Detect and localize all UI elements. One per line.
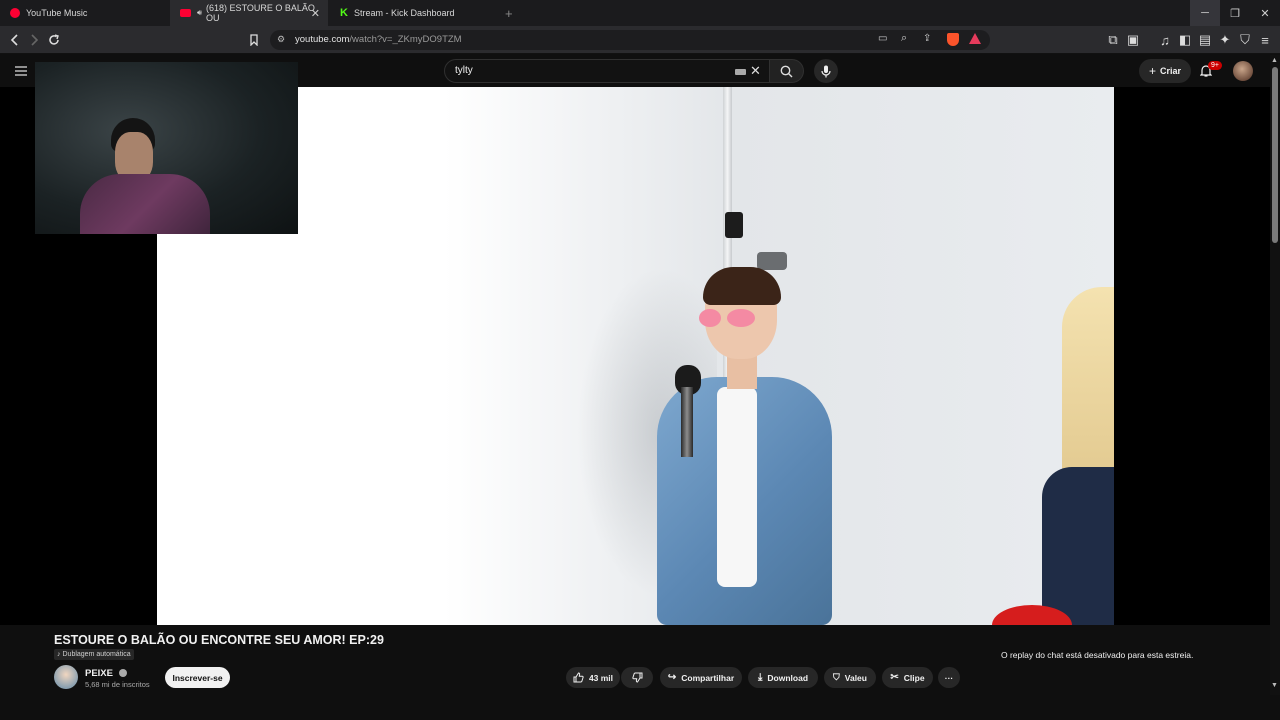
thumbs-up-icon [573,672,584,683]
second-person-hair [1062,287,1114,487]
bookmark-icon[interactable] [246,32,262,48]
hamburger-menu-icon[interactable] [14,64,28,76]
kick-icon: K [340,7,348,19]
address-bar: ⚙︎ youtube.com/watch?v=_ZKmyDO9TZM ▭ ⌕ ⇪… [0,26,1280,54]
like-count: 43 mil [588,672,614,683]
url-text: youtube.com/watch?v=_ZKmyDO9TZM [295,34,462,45]
second-person-jacket [1042,467,1114,625]
url-field[interactable]: ⚙︎ youtube.com/watch?v=_ZKmyDO9TZM ▭ ⌕ ⇪ [270,30,990,50]
cast-icon[interactable]: ▭ [878,33,887,44]
restore-icon[interactable]: ❐ [1220,0,1250,26]
reload-icon[interactable] [46,32,62,48]
person-shirt [717,387,757,587]
clip-label: Clipe [903,672,925,683]
tab-title: YouTube Music [26,8,88,18]
video-frame[interactable] [157,87,1114,625]
brave-rewards-icon[interactable] [969,33,981,44]
subscribe-button[interactable]: Inscrever-se [165,667,230,688]
dislike-button[interactable] [621,667,653,688]
scroll-up-arrow[interactable]: ▲ [1271,57,1278,64]
translate-icon: ♪ [57,651,61,658]
super-thanks-icon: ⛉ [833,672,840,682]
video-title: ESTOURE O BALÃO OU ENCONTRE SEU AMOR! EP… [54,633,384,647]
create-button[interactable]: + Criar [1139,59,1191,83]
share-button[interactable]: ↪ Compartilhar [660,667,742,688]
brave-shield-icon[interactable] [947,33,959,46]
more-actions-button[interactable]: ··· [938,667,960,688]
video-info: ESTOURE O BALÃO OU ENCONTRE SEU AMOR! EP… [0,625,1270,720]
plus-icon: + [1148,64,1156,78]
search-icon [780,65,793,77]
dub-badge: ♪ Dublagem automática [54,649,134,660]
forward-icon[interactable] [26,32,42,48]
search-query: tylty [455,65,473,76]
dub-badge-label: Dublagem automática [62,651,131,658]
youtube-music-icon [10,8,20,18]
tab-youtube-video[interactable]: 🔊︎ (618) ESTOURE O BALÃO OU ✕ [170,0,328,26]
back-icon[interactable] [7,32,23,48]
minimize-icon[interactable]: ─ [1190,0,1220,26]
person-hair [703,267,781,305]
light-stand-mount [757,252,787,270]
keyboard-icon[interactable] [735,69,746,75]
scroll-down-arrow[interactable]: ▼ [1271,682,1278,689]
share-icon[interactable]: ⇪ [923,33,931,44]
notification-badge: 9+ [1208,61,1222,70]
menu-icon[interactable]: ≡ [1257,32,1273,48]
account-avatar[interactable] [1233,61,1253,81]
wallet-icon[interactable]: ▣ [1125,32,1141,48]
download-button[interactable]: ⤓ Download [748,667,818,688]
tab-title: Stream - Kick Dashboard [353,8,455,18]
close-icon[interactable]: ✕ [1250,0,1280,26]
webcam-person-hoodie [80,174,210,234]
page-scrollbar[interactable]: ▲ ▼ [1270,55,1280,695]
light-stand-clamp [725,212,743,238]
tab-youtube-music[interactable]: YouTube Music [0,0,170,26]
browser-tab-bar: YouTube Music 🔊︎ (618) ESTOURE O BALÃO O… [0,0,1280,26]
thanks-button[interactable]: ⛉ Valeu [824,667,876,688]
clear-search-icon[interactable]: ✕ [750,63,761,79]
share-label: Compartilhar [681,672,735,683]
like-button[interactable]: 43 mil [566,667,620,688]
download-label: Download [767,672,809,683]
sidebar-icon[interactable]: ◧ [1177,32,1193,48]
thanks-label: Valeu [844,672,867,683]
voice-search-button[interactable] [814,59,838,83]
music-icon[interactable]: ♫ [1157,32,1173,48]
youtube-icon [180,9,191,17]
zoom-icon[interactable]: ⌕ [901,32,907,45]
wallet-card-icon[interactable]: ▤ [1197,32,1213,48]
chat-replay-note: O replay do chat está desativado para es… [1001,650,1194,660]
microphone-handle [681,387,693,457]
scroll-thumb[interactable] [1272,67,1278,243]
download-icon: ⤓ [757,672,763,683]
share-arrow-icon: ↪ [667,672,677,683]
verified-icon [118,669,127,677]
extensions-icon[interactable]: ⧉ [1105,32,1121,48]
search-input[interactable]: tylty ✕ [444,59,770,83]
search-button[interactable] [770,59,804,83]
tab-close-icon[interactable]: ✕ [311,7,320,20]
speaker-icon[interactable]: 🔊︎ [197,8,202,18]
new-tab-button[interactable]: + [495,0,515,26]
channel-name[interactable]: PEIXE [85,668,127,679]
vpn-shield-icon[interactable]: ⛉ [1237,32,1253,48]
subscriber-count: 5,68 mi de inscritos [85,680,150,689]
leo-ai-icon[interactable]: ✦ [1217,32,1233,48]
tab-title: (618) ESTOURE O BALÃO OU [206,3,315,23]
channel-avatar[interactable] [54,665,78,689]
scissors-icon: ✂ [890,672,899,683]
create-label: Criar [1160,66,1182,76]
thumbs-down-icon [631,672,642,683]
tab-kick-dashboard[interactable]: K Stream - Kick Dashboard [330,0,490,26]
clip-button[interactable]: ✂ Clipe [882,667,933,688]
webcam-overlay [35,62,298,234]
pink-sunglasses [699,309,765,327]
microphone-icon [821,65,831,77]
site-settings-icon[interactable]: ⚙︎ [277,34,285,45]
